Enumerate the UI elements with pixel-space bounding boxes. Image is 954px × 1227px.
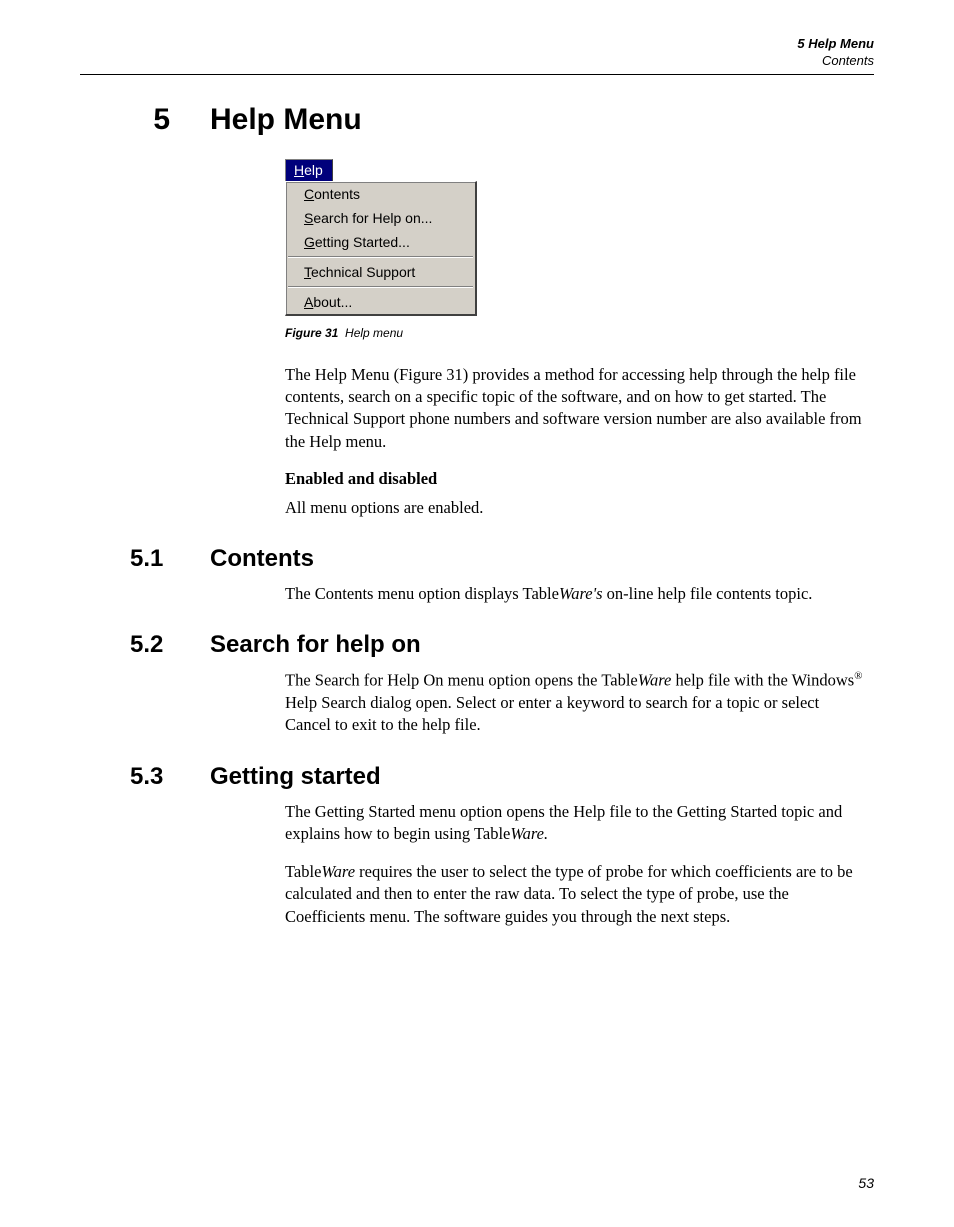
running-header-title: 5 Help Menu: [80, 36, 874, 53]
section-number-5-2: 5.2: [80, 631, 210, 659]
enabled-paragraph: All menu options are enabled.: [285, 497, 864, 519]
page-number: 53: [858, 1175, 874, 1191]
enabled-heading: Enabled and disabled: [285, 469, 864, 489]
help-menu-figure: Help Contents Search for Help on... Gett…: [285, 159, 864, 316]
section-title-contents: Contents: [210, 545, 314, 573]
menu-separator: [288, 256, 473, 258]
section-title-search: Search for help on: [210, 631, 421, 659]
section-5-1-paragraph: The Contents menu option displays TableW…: [285, 583, 864, 605]
chapter-title: Help Menu: [210, 103, 362, 137]
figure-caption: Figure 31 Help menu: [285, 326, 864, 340]
menu-item-search[interactable]: Search for Help on...: [286, 206, 475, 230]
section-5-2-paragraph: The Search for Help On menu option opens…: [285, 669, 864, 736]
section-5-3-paragraph-2: TableWare requires the user to select th…: [285, 861, 864, 928]
section-5-3-paragraph-1: The Getting Started menu option opens th…: [285, 801, 864, 846]
running-header-subtitle: Contents: [80, 53, 874, 70]
section-number-5-3: 5.3: [80, 763, 210, 791]
menu-item-about[interactable]: About...: [286, 290, 475, 314]
chapter-number: 5: [80, 103, 210, 137]
menu-item-getting-started[interactable]: Getting Started...: [286, 230, 475, 254]
section-title-getting-started: Getting started: [210, 763, 381, 791]
section-number-5-1: 5.1: [80, 545, 210, 573]
menu-help-label[interactable]: Help: [285, 159, 333, 181]
menu-item-technical-support[interactable]: Technical Support: [286, 260, 475, 284]
header-rule: [80, 74, 874, 75]
intro-paragraph: The Help Menu (Figure 31) provides a met…: [285, 364, 864, 453]
menu-item-contents[interactable]: Contents: [286, 182, 475, 206]
menu-separator: [288, 286, 473, 288]
